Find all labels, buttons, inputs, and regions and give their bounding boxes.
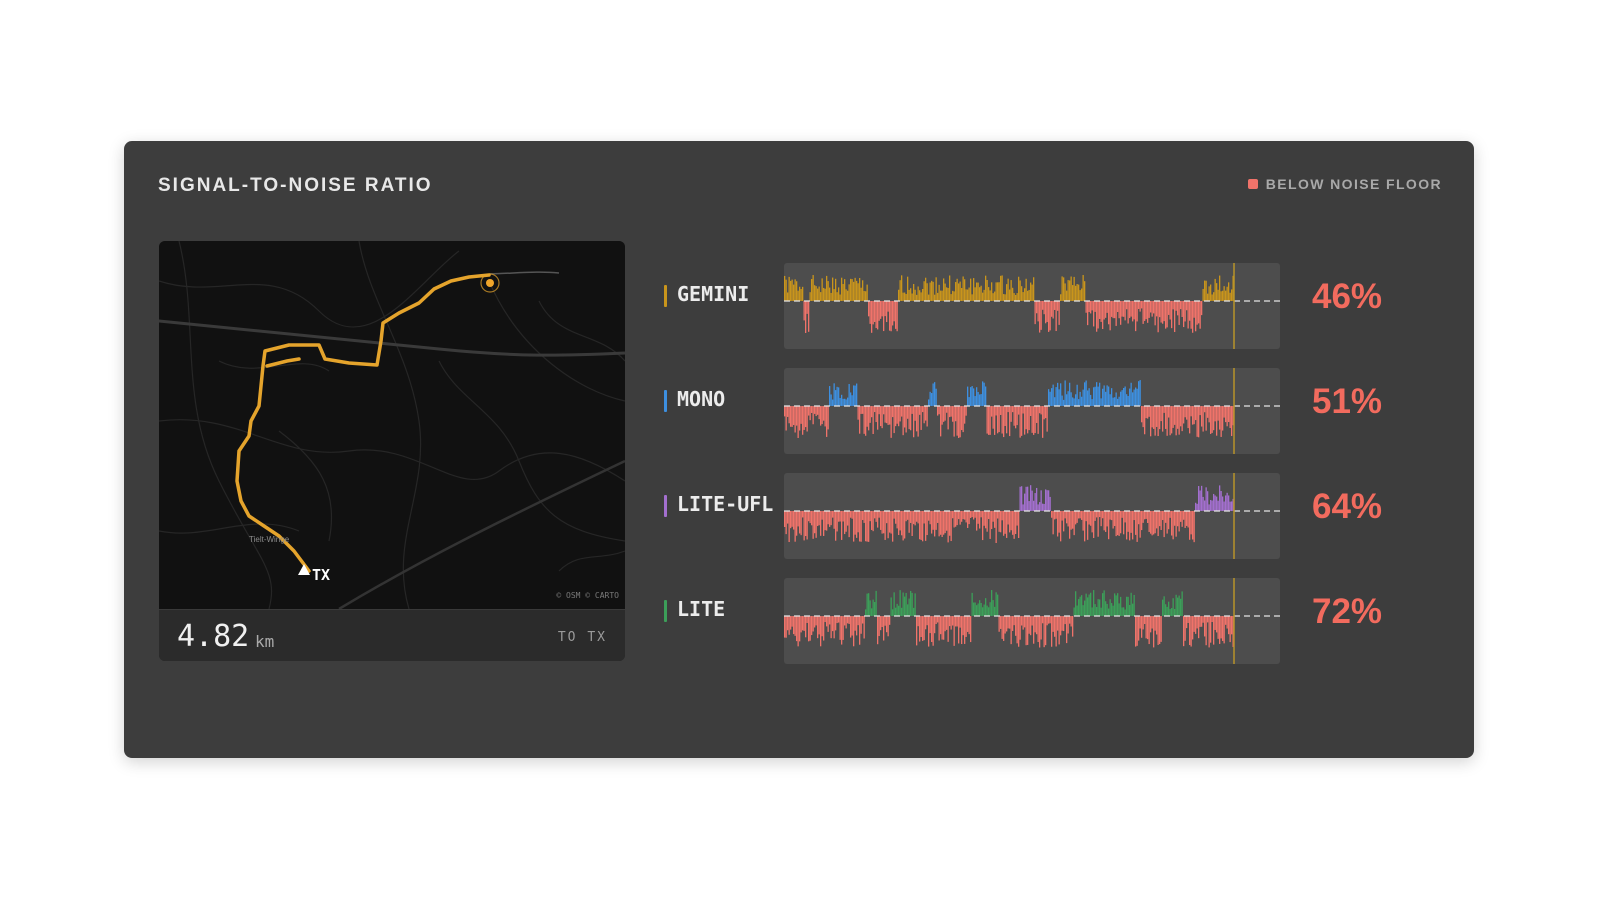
snr-sparkline[interactable]: [784, 368, 1280, 454]
row-color-bar: [664, 390, 667, 412]
row-name: LITE-UFL: [677, 492, 774, 516]
below-floor-percent: 64%: [1312, 487, 1383, 526]
below-floor-percent: 51%: [1312, 382, 1383, 421]
snr-row-gemini: GEMINI 46%: [664, 263, 1444, 349]
snr-card: SIGNAL-TO-NOISE RATIO BELOW NOISE FLOOR: [124, 141, 1474, 758]
row-name: GEMINI: [677, 282, 750, 306]
snr-sparkline[interactable]: [784, 578, 1280, 664]
legend-label: BELOW NOISE FLOOR: [1265, 176, 1442, 192]
tx-label: TX: [312, 566, 331, 584]
row-color-bar: [664, 285, 667, 307]
route-path: [235, 273, 491, 573]
route-map[interactable]: Tielt-Winge TX © OSM © CARTO 4.82 km TO …: [159, 241, 625, 661]
snr-sparkline[interactable]: [784, 473, 1280, 559]
row-color-bar: [664, 600, 667, 622]
below-floor-percent: 46%: [1312, 277, 1383, 316]
to-tx-label: TO TX: [557, 630, 607, 645]
town-label: Tielt-Winge: [249, 535, 290, 544]
card-title: SIGNAL-TO-NOISE RATIO: [158, 175, 433, 196]
legend: BELOW NOISE FLOOR: [1247, 176, 1442, 192]
below-floor-percent: 72%: [1312, 592, 1383, 631]
map-attribution: © OSM © CARTO: [556, 591, 619, 600]
snr-sparkline[interactable]: [784, 263, 1280, 349]
snr-row-mono: MONO 51%: [664, 368, 1444, 454]
row-name: LITE: [677, 597, 726, 621]
row-name: MONO: [677, 387, 726, 411]
snr-row-lite-ufl: LITE-UFL 64%: [664, 473, 1444, 559]
legend-swatch: [1247, 179, 1258, 189]
distance-value: 4.82: [177, 619, 250, 654]
snr-row-lite: LITE 72%: [664, 578, 1444, 664]
map-footer: 4.82 km TO TX: [159, 609, 625, 661]
map-canvas[interactable]: [159, 241, 625, 609]
row-color-bar: [664, 495, 667, 517]
distance-unit: km: [255, 632, 275, 651]
